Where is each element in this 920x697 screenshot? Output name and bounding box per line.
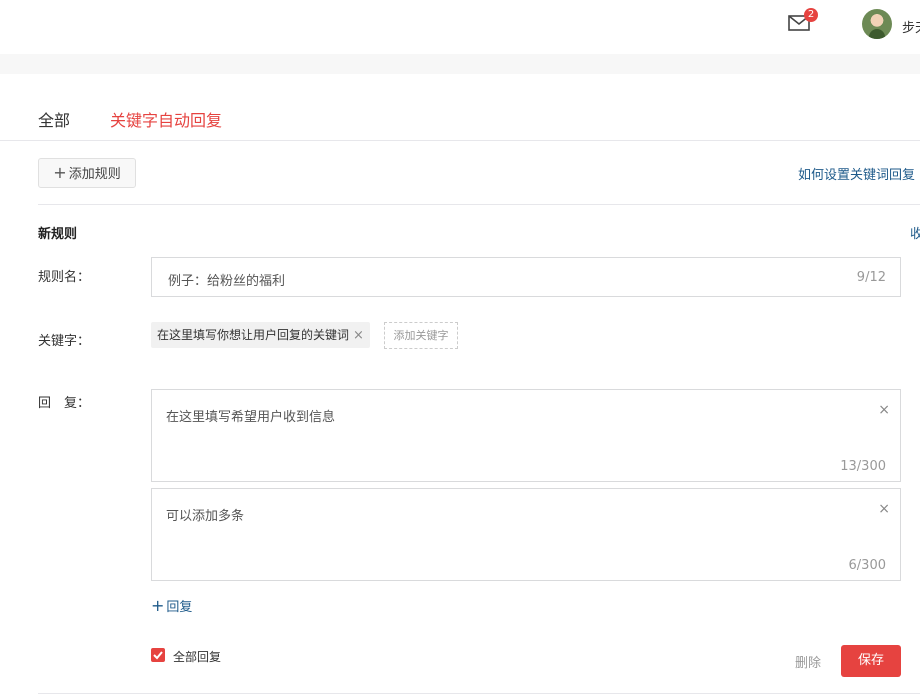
reply-text: 可以添加多条 [166,509,245,524]
divider [38,693,920,694]
tab-keyword-auto-reply[interactable]: 关键字自动回复 [110,107,222,131]
rule-name-label: 规则名： [38,270,91,285]
rule-name-count: 9/12 [856,270,886,285]
tab-all[interactable]: 全部 [38,107,70,131]
keyword-tag: 在这里填写你想让用户回复的关键词 × [151,322,370,348]
header-spacer [0,54,920,74]
reply-count: 13/300 [840,459,886,474]
close-icon[interactable]: × [878,501,890,517]
username[interactable]: 步天 [902,17,920,36]
add-keyword-input[interactable]: 添加关键字 [384,322,458,349]
checkmark-icon [153,651,163,660]
tab-bar: 全部 关键字自动回复 [0,74,920,141]
avatar[interactable] [862,9,892,39]
mail-button[interactable]: 2 [788,8,818,34]
save-button[interactable]: 保存 [841,645,901,677]
plus-icon: + [53,163,67,182]
rule-name-value: 例子：给粉丝的福利 [168,274,286,289]
delete-button[interactable]: 删除 [795,652,821,671]
divider [38,204,920,205]
mail-badge: 2 [804,8,818,22]
top-bar: 2 步天 [0,0,920,54]
rule-title: 新规则 [38,227,78,242]
reply-textarea[interactable]: 可以添加多条 × 6/300 [151,488,901,581]
rule-name-input[interactable]: 例子：给粉丝的福利 9/12 [151,257,901,297]
collapse-link[interactable]: 收起 [910,223,920,242]
reply-all-checkbox[interactable] [151,648,165,662]
add-rule-label: 添加规则 [68,167,121,182]
close-icon[interactable]: × [878,402,890,418]
remove-keyword-icon[interactable]: × [353,328,364,343]
add-rule-button[interactable]: + 添加规则 [38,158,136,188]
plus-icon: + [151,596,165,615]
reply-textarea[interactable]: 在这里填写希望用户收到信息 × 13/300 [151,389,901,482]
reply-all-label[interactable]: 全部回复 [173,648,221,665]
keyword-tag-text: 在这里填写你想让用户回复的关键词 [157,328,350,342]
reply-count: 6/300 [848,558,886,573]
reply-label: 回 复： [38,396,91,411]
help-link[interactable]: 如何设置关键词回复 [798,164,915,183]
keyword-label: 关键字： [38,334,91,349]
add-reply-button[interactable]: + 回复 [151,596,192,615]
reply-text: 在这里填写希望用户收到信息 [166,410,336,425]
add-reply-label: 回复 [166,600,193,615]
